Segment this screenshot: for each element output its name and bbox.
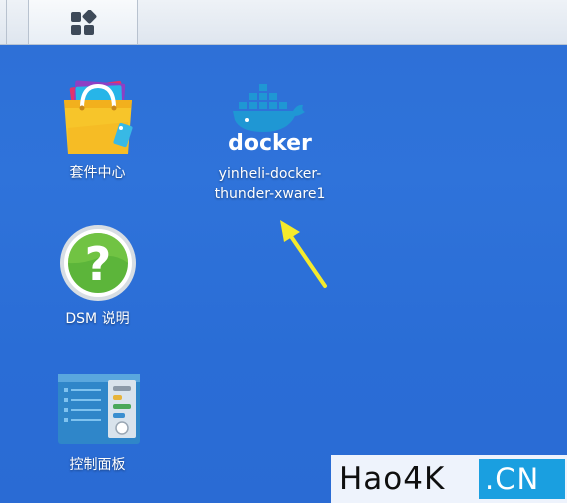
desktop-icon-docker[interactable]: docker yinheli-docker- thunder-xware1 xyxy=(195,80,345,205)
annotation-arrow xyxy=(280,220,327,288)
watermark-site: Hao4K xyxy=(339,461,446,497)
watermark: Hao4K .CN xyxy=(331,455,567,503)
watermark-badge: .CN xyxy=(479,459,565,499)
docker-icon: docker xyxy=(228,84,312,155)
desktop-icon-package-center[interactable]: 套件中心 xyxy=(40,78,155,188)
desktop-icon-dsm-help[interactable]: ? DSM 说明 xyxy=(40,222,155,332)
docker-logo-text: docker xyxy=(228,131,312,155)
watermark-tld: .CN xyxy=(485,462,540,496)
package-center-icon xyxy=(64,80,133,154)
control-panel-icon xyxy=(58,374,140,444)
desktop-icon-label: 控制面板 xyxy=(69,457,126,473)
svg-text:?: ? xyxy=(85,237,112,291)
main-menu-button[interactable] xyxy=(28,0,138,44)
desktop-icon-control-panel[interactable]: 控制面板 xyxy=(40,372,155,482)
desktop-icon-label: 套件中心 xyxy=(69,165,126,181)
desktop-icon-label-line2: thunder-xware1 xyxy=(214,186,326,202)
desktop-icon-label-line1: yinheli-docker- xyxy=(218,166,322,182)
grid-menu-icon xyxy=(71,10,97,35)
desktop-icon-label: DSM 说明 xyxy=(65,311,130,327)
taskbar-divider xyxy=(6,0,7,44)
help-question-icon: ? xyxy=(60,225,136,301)
taskbar xyxy=(0,0,567,45)
